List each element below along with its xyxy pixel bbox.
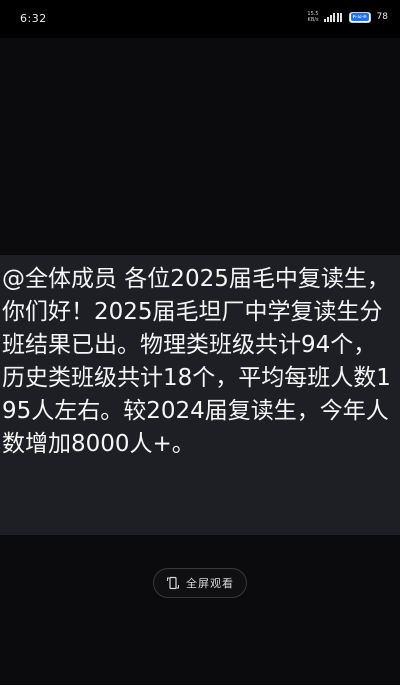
status-time: 6:32: [20, 12, 47, 25]
post-text: @全体成员 各位2025届毛中复读生，你们好！2025届毛坦厂中学复读生分班结果…: [2, 266, 391, 457]
fullscreen-button[interactable]: 全屏观看: [153, 568, 247, 598]
signal-icon: [323, 13, 342, 22]
status-bar: 6:32 15.5 KB/s ฅ·ω·ฅ 78: [0, 0, 400, 38]
network-speed-unit: KB/s: [307, 17, 319, 23]
battery-badge: ฅ·ω·ฅ: [350, 13, 369, 21]
network-speed: 15.5 KB/s: [307, 11, 318, 23]
fullscreen-label: 全屏观看: [186, 577, 234, 590]
battery-icon: ฅ·ω·ฅ: [348, 11, 371, 23]
status-icons: 15.5 KB/s ฅ·ω·ฅ 78: [307, 11, 388, 23]
rotate-screen-icon: [167, 576, 179, 590]
battery-percent: 78: [376, 12, 388, 22]
